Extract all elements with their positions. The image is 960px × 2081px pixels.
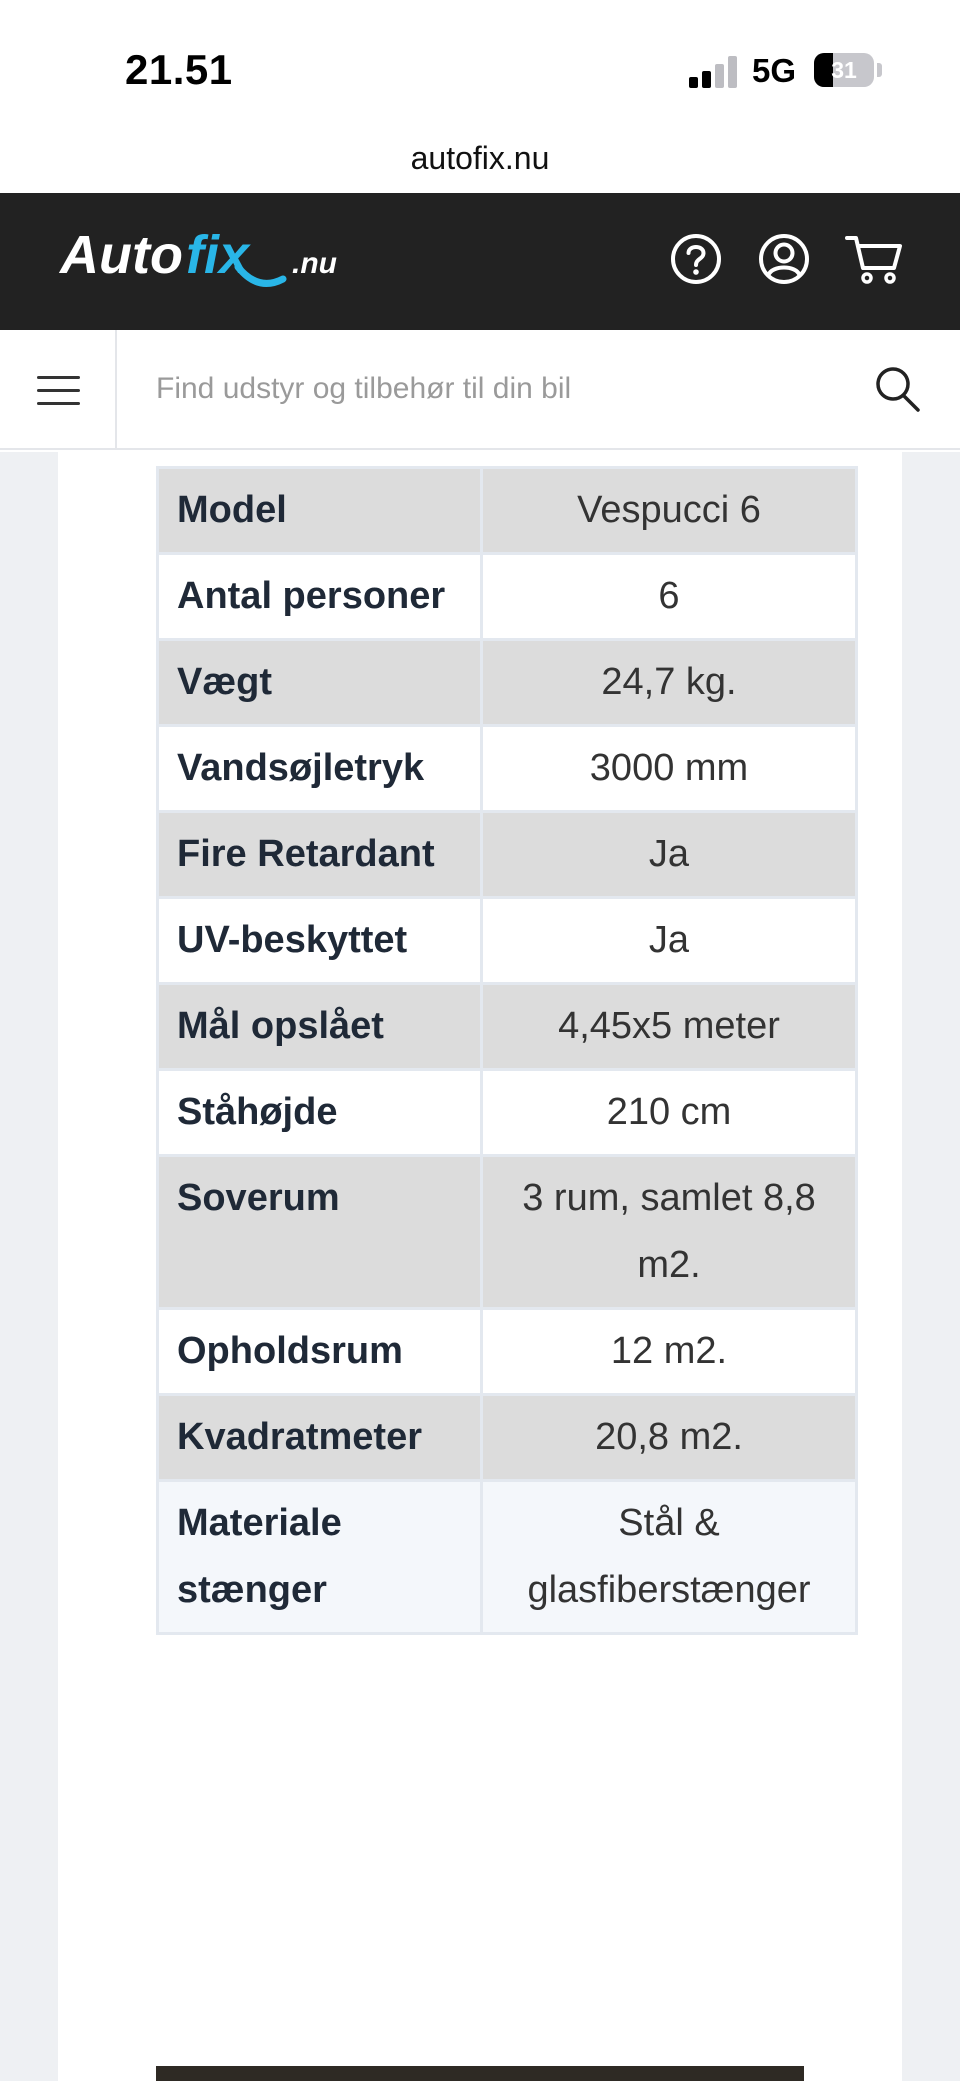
logo-text-suffix: .nu	[292, 247, 337, 280]
search-bar	[0, 330, 960, 450]
product-image	[156, 2066, 804, 2081]
table-row: Materiale stænger Stål & glasfiberstænge…	[156, 1479, 858, 1635]
spec-label: Soverum	[156, 1154, 483, 1310]
spec-value: 210 cm	[480, 1068, 858, 1157]
spec-label: Kvadratmeter	[156, 1393, 483, 1482]
account-icon[interactable]	[756, 231, 812, 287]
spec-value: 4,45x5 meter	[480, 982, 858, 1071]
menu-icon-line	[37, 389, 80, 392]
help-icon[interactable]	[668, 231, 724, 287]
table-row: UV-beskyttet Ja	[156, 896, 858, 985]
table-row: Soverum 3 rum, samlet 8,8 m2.	[156, 1154, 858, 1310]
table-row: Vandsøjletryk 3000 mm	[156, 724, 858, 813]
network-type: 5G	[752, 52, 797, 89]
spec-value: 20,8 m2.	[480, 1393, 858, 1482]
autofix-logo[interactable]: Auto fix .nu	[58, 217, 348, 297]
search-icon[interactable]	[872, 363, 922, 415]
spec-label: Opholdsrum	[156, 1307, 483, 1396]
status-bar: 21.51 5G 31	[0, 0, 960, 140]
spec-label: UV-beskyttet	[156, 896, 483, 985]
spec-label: Mål opslået	[156, 982, 483, 1071]
search-input[interactable]	[130, 354, 850, 424]
spec-value: Stål & glasfiberstænger	[480, 1479, 858, 1635]
table-row: Antal personer 6	[156, 552, 858, 641]
spec-value: 12 m2.	[480, 1307, 858, 1396]
table-row: Model Vespucci 6	[156, 466, 858, 555]
menu-icon-line	[37, 402, 80, 405]
spec-value: 3000 mm	[480, 724, 858, 813]
spec-value: 6	[480, 552, 858, 641]
logo-text-main: Auto	[58, 225, 183, 285]
spec-label: Ståhøjde	[156, 1068, 483, 1157]
spec-table: Model Vespucci 6 Antal personer 6 Vægt 2…	[156, 466, 858, 1635]
table-row: Mål opslået 4,45x5 meter	[156, 982, 858, 1071]
spec-value: 3 rum, samlet 8,8 m2.	[480, 1154, 858, 1310]
spec-label: Antal personer	[156, 552, 483, 641]
battery-percent: 31	[831, 57, 857, 83]
address-bar-url[interactable]: autofix.nu	[0, 140, 960, 177]
table-row: Opholdsrum 12 m2.	[156, 1307, 858, 1396]
table-row: Ståhøjde 210 cm	[156, 1068, 858, 1157]
spec-value: Ja	[480, 896, 858, 985]
battery-tip	[877, 63, 882, 77]
cart-icon[interactable]	[844, 231, 904, 287]
spec-label: Vandsøjletryk	[156, 724, 483, 813]
spec-value: Ja	[480, 810, 858, 899]
status-time: 21.51	[125, 46, 233, 93]
spec-value: 24,7 kg.	[480, 638, 858, 727]
site-header: Auto fix .nu	[0, 193, 960, 330]
menu-button[interactable]	[0, 330, 117, 448]
spec-label: Fire Retardant	[156, 810, 483, 899]
spec-label: Model	[156, 466, 483, 555]
menu-icon	[37, 376, 80, 379]
spec-label: Vægt	[156, 638, 483, 727]
cellular-signal-icon	[689, 56, 737, 88]
spec-label: Materiale stænger	[156, 1479, 483, 1635]
logo-text-accent: fix	[186, 225, 251, 285]
table-row: Kvadratmeter 20,8 m2.	[156, 1393, 858, 1482]
table-row: Vægt 24,7 kg.	[156, 638, 858, 727]
table-row: Fire Retardant Ja	[156, 810, 858, 899]
battery-icon: 31	[814, 53, 874, 87]
spec-value: Vespucci 6	[480, 466, 858, 555]
